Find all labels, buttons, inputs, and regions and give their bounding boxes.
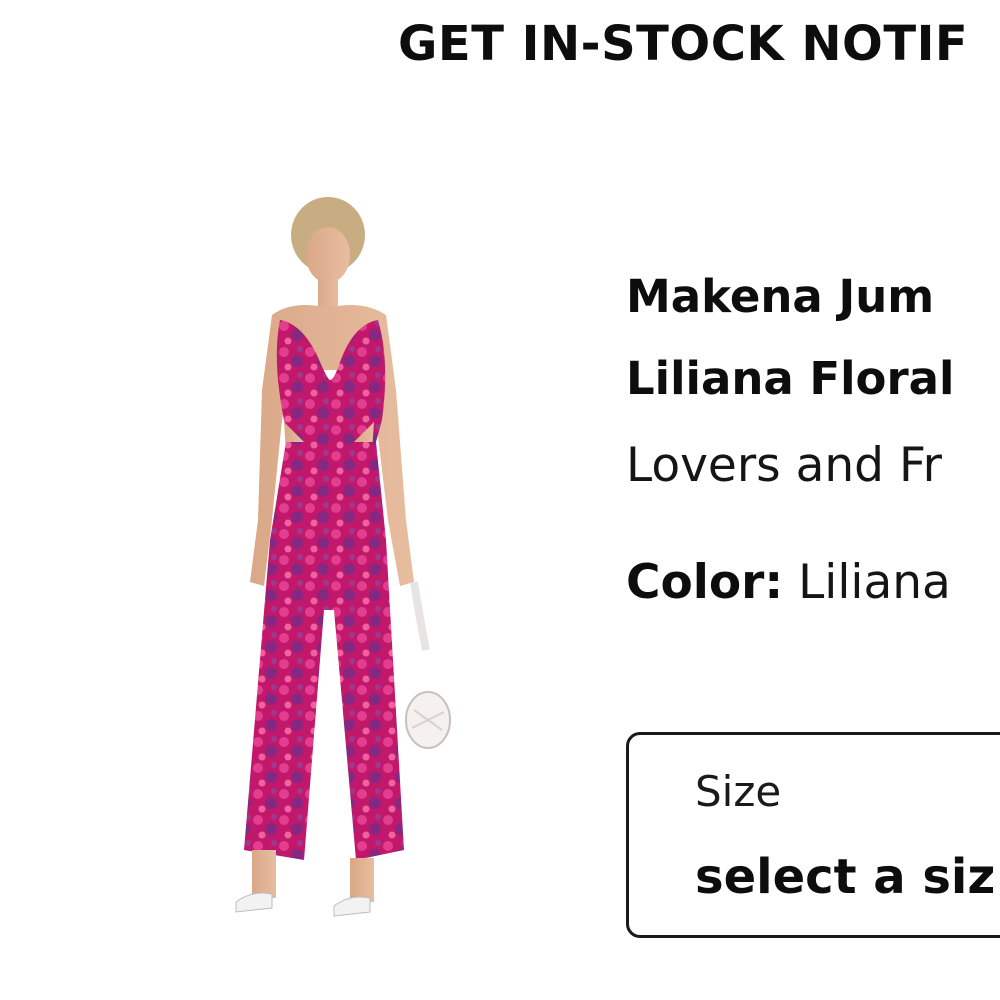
product-image <box>200 190 500 950</box>
product-name-line1: Makena Jum <box>626 270 935 323</box>
modal-title: GET IN-STOCK NOTIF <box>398 16 969 72</box>
product-name-line2: Liliana Floral <box>626 352 955 405</box>
size-label: Size <box>695 767 782 816</box>
brand-name[interactable]: Lovers and Fr <box>626 436 942 496</box>
color-label: Color: <box>626 555 784 610</box>
product-name: Makena Jum Liliana Floral <box>626 256 954 420</box>
product-photo-jumpsuit-icon <box>235 197 451 917</box>
size-value: select a siz <box>695 849 996 905</box>
color-info: Color: Liliana <box>626 553 951 613</box>
color-value: Liliana <box>783 555 951 610</box>
size-select[interactable]: Size select a siz <box>626 732 1000 938</box>
